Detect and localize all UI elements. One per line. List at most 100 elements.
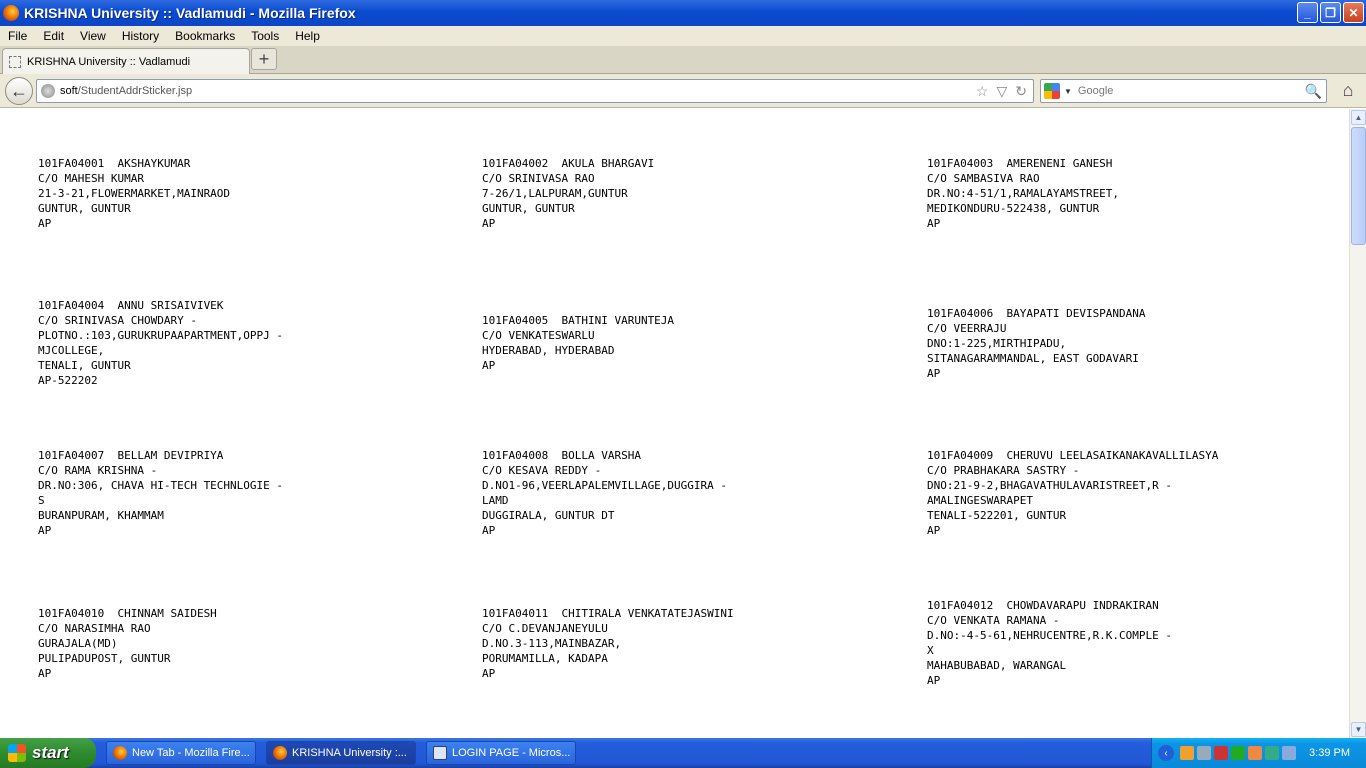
sticker-line: C/O SRINIVASA CHOWDARY - [38,314,197,327]
menu-file[interactable]: File [0,29,35,43]
sticker-line: PORUMAMILLA, KADAPA [482,652,608,665]
tray-app-icon[interactable] [1265,746,1279,760]
address-bar[interactable]: soft/StudentAddrSticker.jsp ☆ ▽ ↻ [36,79,1034,103]
scrollbar-thumb[interactable] [1351,127,1366,245]
search-bar[interactable]: ▼ Google 🔍 [1040,79,1327,103]
sticker-line: S [38,494,45,507]
firefox-logo-icon [3,5,19,21]
sticker-line: D.NO1-96,VEERLAPALEMVILLAGE,DUGGIRA - [482,479,728,492]
sticker-line: AP-522202 [38,374,98,387]
sticker-line: BURANPURAM, KHAMMAM [38,509,164,522]
taskbar: start New Tab - Mozilla Fire... KRISHNA … [0,738,1366,768]
sticker-line: C/O KESAVA REDDY - [482,464,602,477]
show-hidden-icons-icon[interactable]: ‹ [1158,745,1174,761]
start-button[interactable]: start [0,738,96,768]
sticker-line: X [927,644,934,657]
sticker-line: TENALI-522201, GUNTUR [927,509,1067,522]
sticker-line: AP [482,667,496,680]
sticker-line: PLOTNO.:103,GURUKRUPAAPARTMENT,OPPJ - [38,329,284,342]
sticker-line: C/O RAMA KRISHNA - [38,464,158,477]
sticker-line: AP [482,524,496,537]
address-sticker: 101FA04012 CHOWDAVARAPU INDRAKIRAN C/O VE… [927,598,1172,688]
sticker-line: DNO:21-9-2,BHAGAVATHULAVARISTREET,R - [927,479,1173,492]
taskbar-item-new-tab[interactable]: New Tab - Mozilla Fire... [106,741,256,765]
dropdown-arrow-icon[interactable]: ▽ [996,83,1007,100]
sticker-line: C/O VEERRAJU [927,322,1007,335]
tray-app-icon[interactable] [1282,746,1296,760]
search-icon[interactable]: 🔍 [1305,83,1322,100]
scroll-up-icon[interactable]: ▲ [1351,110,1366,125]
sticker-line: DNO:1-225,MIRTHIPADU, [927,337,1067,350]
address-sticker: 101FA04010 CHINNAM SAIDESH C/O NARASIMHA … [38,606,217,681]
address-sticker: 101FA04005 BATHINI VARUNTEJA C/O VENKATES… [482,313,674,373]
menu-tools[interactable]: Tools [243,29,287,43]
sticker-line: 21-3-21,FLOWERMARKET,MAINRAOD [38,187,231,200]
address-sticker: 101FA04002 AKULA BHARGAVI C/O SRINIVASA R… [482,156,654,231]
minimize-button[interactable]: _ [1297,2,1318,23]
sticker-line: C/O PRABHAKARA SASTRY - [927,464,1080,477]
home-icon[interactable]: ⌂ [1338,80,1358,100]
restore-button[interactable]: ❐ [1320,2,1341,23]
search-engine-dropdown-icon[interactable]: ▼ [1064,87,1072,96]
search-placeholder: Google [1077,85,1114,97]
menu-edit[interactable]: Edit [35,29,72,43]
sticker-line: 101FA04012 CHOWDAVARAPU INDRAKIRAN [927,599,1159,612]
google-icon[interactable] [1044,83,1060,99]
back-button[interactable]: ← [5,77,33,105]
address-sticker: 101FA04003 AMERENENI GANESH C/O SAMBASIVA… [927,156,1119,231]
sticker-line: PULIPADUPOST, GUNTUR [38,652,171,665]
clock: 3:39 PM [1309,747,1350,759]
start-label: start [32,743,69,762]
scroll-down-icon[interactable]: ▼ [1351,722,1366,737]
menu-view[interactable]: View [72,29,114,43]
tab-strip: KRISHNA University :: Vadlamudi [0,46,1366,74]
window-controls: _ ❐ ✕ [1297,2,1364,23]
address-sticker: 101FA04001 AKSHAYKUMAR C/O MAHESH KUMAR 21… [38,156,230,231]
tab-krishna-university[interactable]: KRISHNA University :: Vadlamudi [2,48,250,74]
address-sticker: 101FA04011 CHITIRALA VENKATATEJASWINI C/O… [482,606,734,681]
close-button[interactable]: ✕ [1343,2,1364,23]
sticker-line: C/O SAMBASIVA RAO [927,172,1040,185]
vertical-scrollbar[interactable]: ▲ ▼ [1349,109,1366,738]
sticker-line: 101FA04009 CHERUVU LEELASAIKANAKAVALLILA… [927,449,1219,462]
sticker-line: 101FA04004 ANNU SRISAIVIVEK [38,299,224,312]
url-path: /StudentAddrSticker.jsp [77,85,193,97]
sticker-line: 101FA04011 CHITIRALA VENKATATEJASWINI [482,607,734,620]
task-label: LOGIN PAGE - Micros... [452,747,571,759]
bookmark-star-icon[interactable]: ☆ [976,83,989,100]
sticker-line: 101FA04008 BOLLA VARSHA [482,449,641,462]
sticker-line: 101FA04003 AMERENENI GANESH [927,157,1113,170]
sticker-line: 101FA04010 CHINNAM SAIDESH [38,607,217,620]
sticker-line: AP [482,359,496,372]
sticker-line: LAMD [482,494,509,507]
sticker-line: 101FA04001 AKSHAYKUMAR [38,157,191,170]
reload-icon[interactable]: ↻ [1015,83,1027,100]
sticker-line: AP [927,524,941,537]
tab-title: KRISHNA University :: Vadlamudi [27,55,191,68]
menu-bookmarks[interactable]: Bookmarks [167,29,243,43]
back-arrow-icon: ← [10,80,28,101]
sticker-line: GUNTUR, GUNTUR [482,202,575,215]
task-label: New Tab - Mozilla Fire... [132,747,250,759]
taskbar-item-krishna-university[interactable]: KRISHNA University :... [266,741,416,765]
taskbar-item-login-page[interactable]: LOGIN PAGE - Micros... [426,741,576,765]
sticker-line: D.NO:-4-5-61,NEHRUCENTRE,R.K.COMPLE - [927,629,1173,642]
sticker-line: C/O MAHESH KUMAR [38,172,144,185]
sticker-line: D.NO.3-113,MAINBAZAR, [482,637,622,650]
network-icon[interactable] [1197,746,1211,760]
menu-help[interactable]: Help [287,29,328,43]
sticker-line: MJCOLLEGE, [38,344,105,357]
sticker-line: MAHABUBABAD, WARANGAL [927,659,1067,672]
tray-app-icon[interactable] [1231,746,1245,760]
menu-history[interactable]: History [114,29,167,43]
address-sticker: 101FA04004 ANNU SRISAIVIVEK C/O SRINIVASA… [38,298,283,388]
tray-app-icon[interactable] [1248,746,1262,760]
security-shield-icon[interactable] [1214,746,1228,760]
sticker-line: GUNTUR, GUNTUR [38,202,131,215]
window-title: KRISHNA University :: Vadlamudi - Mozill… [24,5,356,21]
sticker-line: C/O VENKATESWARLU [482,329,595,342]
sticker-line: AP [927,367,941,380]
new-tab-button[interactable]: + [251,48,277,70]
tray-app-icon[interactable] [1180,746,1194,760]
title-bar: KRISHNA University :: Vadlamudi - Mozill… [0,0,1366,26]
